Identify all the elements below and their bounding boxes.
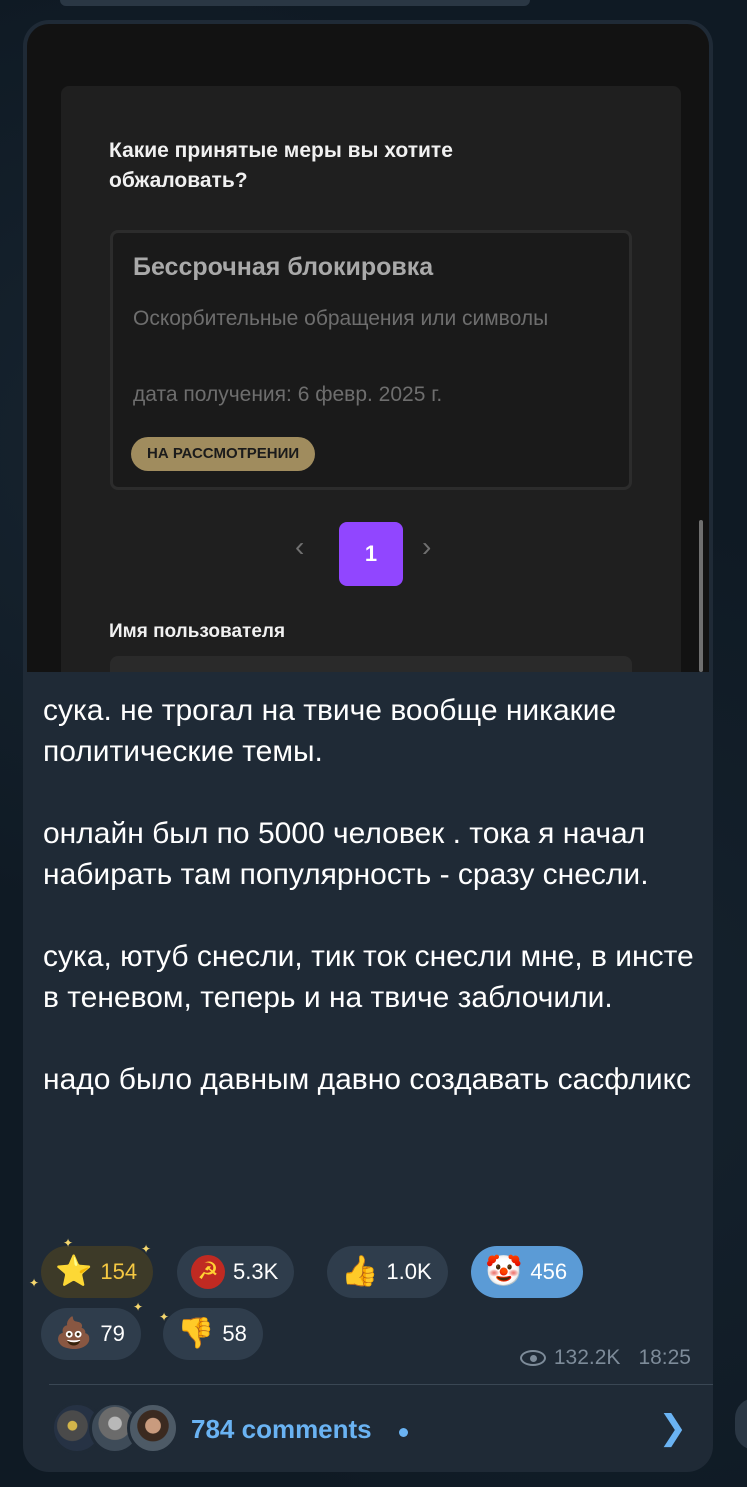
- sparkle-icon: ✦: [141, 1242, 152, 1256]
- username-field: [110, 656, 632, 672]
- reaction-thumbs-down[interactable]: 👎 58: [163, 1308, 263, 1360]
- reaction-thumbs-up[interactable]: 👍 1.0K: [327, 1246, 448, 1298]
- reaction-count: 79: [100, 1321, 125, 1346]
- thumbs-up-icon: 👍: [341, 1255, 379, 1288]
- poop-icon: 💩: [55, 1317, 93, 1350]
- appeal-date: дата получения: 6 февр. 2025 г.: [133, 383, 443, 406]
- reaction-star[interactable]: ⭐ 154: [41, 1246, 154, 1298]
- reaction-poop[interactable]: 💩 79: [41, 1308, 141, 1360]
- reaction-count: 154: [100, 1259, 138, 1284]
- unread-dot: [399, 1428, 408, 1437]
- comments-button[interactable]: 784 comments ❯: [23, 1386, 713, 1472]
- attached-screenshot[interactable]: Какие принятые меры вы хотите обжаловать…: [27, 24, 709, 672]
- hammer-sickle-icon: ☭: [191, 1255, 225, 1289]
- comments-label: 784 comments: [191, 1414, 372, 1444]
- star-icon: ⭐: [55, 1255, 93, 1288]
- message-meta: 132.2K 18:25: [519, 1346, 691, 1370]
- chevron-right-icon: ❯: [658, 1409, 688, 1447]
- reaction-count: 5.3K: [233, 1259, 279, 1284]
- avatar: [127, 1402, 179, 1454]
- clown-icon: 🤡: [485, 1255, 523, 1288]
- pagination-current-page: 1: [339, 522, 403, 586]
- appeal-reason: Оскорбительные обращения или символы: [133, 307, 549, 330]
- divider: [49, 1384, 713, 1385]
- chevron-left-icon: ‹: [295, 531, 305, 562]
- status-badge: НА РАССМОТРЕНИИ: [131, 437, 316, 471]
- media-scrollbar: [699, 520, 703, 672]
- thumbs-down-icon: 👎: [177, 1317, 215, 1350]
- eye-icon: [519, 1350, 546, 1366]
- sparkle-icon: ✦: [63, 1236, 74, 1250]
- username-label: Имя пользователя: [109, 621, 286, 642]
- sparkle-icon: ✦: [133, 1300, 144, 1314]
- chevron-right-icon: ›: [422, 531, 432, 562]
- message-bubble[interactable]: Какие принятые меры вы хотите обжаловать…: [23, 20, 713, 1472]
- previous-message-edge: [60, 0, 530, 6]
- reaction-count: 1.0K: [386, 1259, 432, 1284]
- appeal-question: Какие принятые меры вы хотите обжаловать…: [109, 139, 453, 192]
- reaction-clown[interactable]: 🤡 456: [471, 1246, 584, 1298]
- message-time: 18:25: [638, 1346, 691, 1369]
- appeal-item: Бессрочная блокировка Оскорбительные обр…: [110, 230, 632, 490]
- reaction-count: 58: [222, 1321, 247, 1346]
- reaction-count: 456: [530, 1259, 568, 1284]
- message-text: сука. не трогал на твиче вообще никакие …: [43, 694, 694, 1096]
- reaction-hammer-sickle[interactable]: ☭ 5.3K: [177, 1246, 295, 1298]
- appeal-title: Бессрочная блокировка: [133, 253, 434, 281]
- view-count: 132.2K: [553, 1346, 621, 1369]
- sparkle-icon: ✦: [29, 1276, 40, 1290]
